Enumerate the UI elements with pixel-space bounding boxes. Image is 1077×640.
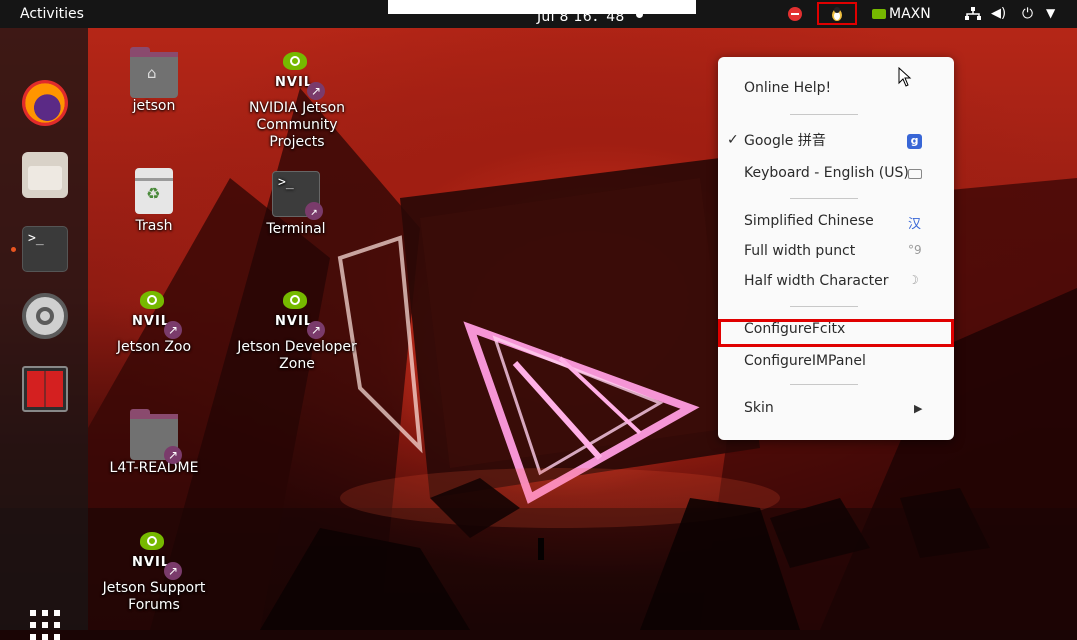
submenu-arrow-icon: ▶ [914, 402, 923, 415]
desktop-icon-l4t-readme[interactable]: ↗ L4T-README [89, 409, 219, 477]
desktop-icon-terminal[interactable]: >_ ↗ Terminal [231, 171, 361, 238]
link-arrow-icon: ↗ [164, 562, 182, 580]
stop-icon[interactable] [788, 7, 802, 21]
terminal-icon[interactable]: >_ [11, 226, 68, 272]
nvidia-icon[interactable] [872, 9, 886, 19]
penguin-keyboard-icon [832, 7, 842, 21]
home-folder-icon: ⌂ [130, 47, 178, 98]
desktop-icon-label: Jetson Zoo [116, 339, 192, 355]
menu-separator [790, 198, 858, 199]
desktop-icon-jetson[interactable]: ⌂ jetson [89, 47, 219, 115]
link-arrow-icon: ↗ [305, 202, 323, 220]
menu-separator [790, 384, 858, 385]
nvidia-logo-icon: NVIL ↗ [273, 289, 325, 339]
nvidia-logo-icon: NVIL ↗ [130, 530, 182, 580]
network-icon[interactable] [965, 7, 981, 21]
desktop-icon-jetson-developer-zone[interactable]: NVIL ↗ Jetson Developer Zone [232, 289, 362, 373]
menu-item-online-help[interactable]: Online Help! [744, 77, 831, 99]
files-icon[interactable] [22, 152, 68, 198]
show-applications-grid-icon[interactable] [30, 610, 60, 640]
google-pinyin-icon: g [907, 134, 922, 149]
dock: >_ [0, 28, 88, 640]
clock[interactable]: Jul 8 16：48 [537, 6, 625, 26]
activities-button[interactable]: Activities [20, 6, 84, 22]
desktop-icon-label: Trash [135, 218, 173, 234]
menu-item-google-pinyin[interactable]: Google 拼音 [744, 130, 826, 152]
link-arrow-icon: ↗ [164, 446, 182, 464]
menu-item-keyboard-english[interactable]: Keyboard - English (US) [744, 162, 909, 184]
settings-gear-icon[interactable] [22, 293, 68, 339]
menu-separator [790, 114, 858, 115]
fcitx-popup-menu: Online Help! ✓ Google 拼音 g Keyboard - En… [718, 57, 954, 440]
fcitx-tray-icon[interactable] [817, 2, 857, 25]
firefox-icon[interactable] [22, 80, 68, 126]
trash-icon: ♻ [135, 168, 173, 214]
desktop-icon-nvidia-community[interactable]: NVIL ↗ NVIDIA Jetson Community Projects [232, 50, 362, 151]
system-monitor-icon[interactable] [22, 366, 68, 412]
folder-icon: ↗ [130, 409, 182, 464]
chinese-han-icon: 汉 [908, 217, 922, 232]
menu-item-full-width-punct[interactable]: Full width punct [744, 240, 855, 262]
dropdown-arrow-icon[interactable]: ▼ [1046, 6, 1055, 20]
menu-item-half-width-character[interactable]: Half width Character [744, 270, 889, 292]
nvidia-logo-icon: NVIL ↗ [130, 289, 182, 339]
desktop-icon-trash[interactable]: ♻ Trash [89, 168, 219, 235]
link-arrow-icon: ↗ [164, 321, 182, 339]
desktop-icon-jetson-support-forums[interactable]: NVIL ↗ Jetson Support Forums [89, 530, 219, 614]
checkmark-icon: ✓ [727, 132, 739, 148]
notification-dot-icon [636, 11, 643, 18]
punctuation-icon: °9 [908, 243, 922, 257]
menu-separator [790, 306, 858, 307]
desktop-icon-label: Terminal [266, 221, 326, 237]
desktop-icon-label: L4T-README [109, 460, 199, 476]
link-arrow-icon: ↗ [307, 321, 325, 339]
keyboard-icon [908, 169, 922, 179]
link-arrow-icon: ↗ [307, 82, 325, 100]
menu-item-simplified-chinese[interactable]: Simplified Chinese [744, 210, 874, 232]
desktop-icon-label: Jetson Developer Zone [237, 339, 357, 372]
menu-item-configure-fcitx[interactable]: ConfigureFcitx [744, 318, 845, 340]
terminal-icon: >_ ↗ [272, 171, 323, 220]
power-mode-label[interactable]: MAXN [889, 6, 931, 22]
mouse-pointer-icon [898, 67, 912, 87]
desktop-icon-label: jetson [132, 98, 176, 114]
desktop-icon-label: Jetson Support Forums [102, 580, 206, 613]
desktop-icon-jetson-zoo[interactable]: NVIL ↗ Jetson Zoo [89, 289, 219, 356]
half-moon-icon: ☽ [908, 273, 919, 287]
top-bar: Activities Jul 8 16：48 MAXN ◀) ⏻ ▼ [0, 0, 1077, 28]
nvidia-logo-icon: NVIL ↗ [273, 50, 325, 100]
menu-item-configure-impanel[interactable]: ConfigureIMPanel [744, 350, 866, 372]
menu-item-skin[interactable]: Skin [744, 397, 774, 419]
power-icon[interactable]: ⏻ [1022, 6, 1033, 22]
volume-icon[interactable]: ◀) [991, 6, 1006, 21]
desktop-icon-label: NVIDIA Jetson Community Projects [248, 100, 346, 150]
